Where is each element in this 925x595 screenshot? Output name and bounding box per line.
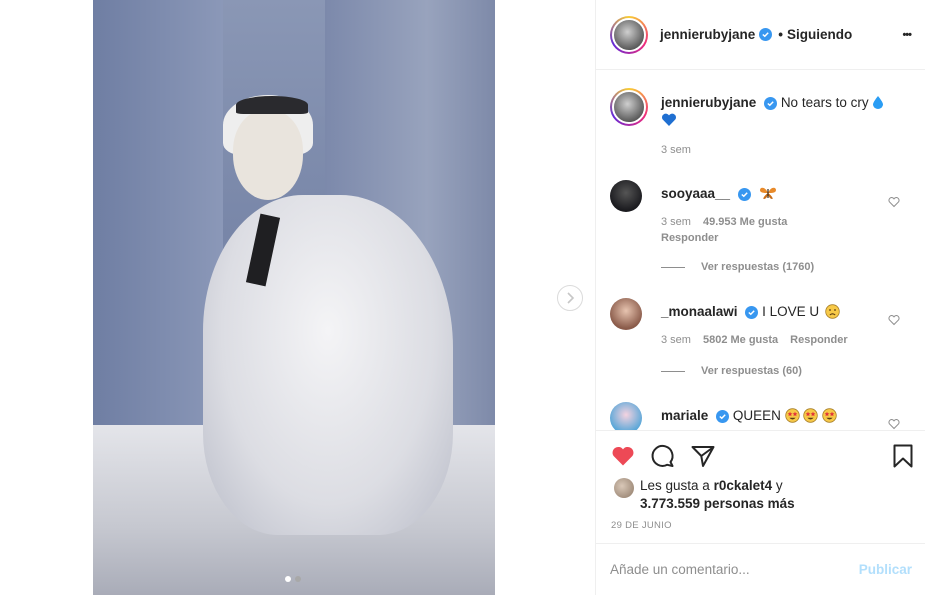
comment-bubble-icon[interactable] (650, 443, 676, 469)
like-heart-icon[interactable] (610, 443, 636, 469)
verified-badge-icon (764, 97, 778, 110)
comment-text: sooyaaa__ (661, 186, 777, 201)
comment-username[interactable]: sooyaaa__ (661, 186, 730, 201)
photo-figure-headband (236, 96, 308, 114)
author-username[interactable]: jennierubyjane (660, 27, 755, 42)
verified-badge-icon (759, 28, 773, 41)
comment-body: QUEEN (732, 408, 781, 423)
view-replies-label: Ver respuestas (60) (701, 365, 802, 377)
verified-badge-icon (716, 410, 730, 423)
comments-list[interactable]: jennierubyjane No tears to cry 3 sem soo… (596, 70, 925, 430)
comment-reply-button[interactable]: Responder (790, 334, 847, 346)
author-avatar (612, 17, 646, 52)
post-date[interactable]: 29 DE JUNIO (611, 520, 672, 531)
comment-time[interactable]: 3 sem (661, 216, 691, 228)
blue-heart-emoji-icon (662, 113, 676, 126)
following-separator: • (778, 27, 784, 42)
likes-prefix: Les gusta a (640, 478, 710, 493)
post-photo[interactable] (93, 0, 495, 595)
star-eyes-emoji-icon (822, 408, 837, 423)
comment-username[interactable]: mariale (661, 408, 708, 423)
comment-avatar[interactable] (610, 298, 642, 330)
share-paper-plane-icon[interactable] (690, 443, 716, 469)
liker-avatar[interactable] (614, 478, 634, 498)
star-eyes-emoji-icon (784, 408, 800, 423)
liker-username[interactable]: r0ckalet4 (714, 478, 773, 493)
comment-like-heart-icon[interactable] (888, 418, 900, 430)
droplet-emoji-icon (873, 96, 884, 109)
verified-badge-icon (745, 306, 759, 319)
carousel-next-button[interactable] (557, 285, 583, 311)
publish-button[interactable]: Publicar (859, 562, 912, 577)
post-side-panel: jennierubyjane • Siguiendo ••• jennierub… (595, 0, 925, 595)
comment-username[interactable]: _monaalawi (661, 304, 738, 319)
photo-figure-dress (203, 195, 453, 535)
author-avatar-ring[interactable] (610, 15, 648, 54)
comment-likes[interactable]: 5802 Me gusta (703, 334, 778, 346)
carousel-indicator (285, 576, 301, 582)
post-media-area (0, 0, 595, 595)
comment-input[interactable] (610, 562, 859, 577)
comment-time[interactable]: 3 sem (661, 334, 691, 346)
caption-avatar-ring[interactable] (610, 88, 648, 126)
comment-like-heart-icon[interactable] (888, 196, 900, 208)
photo-figure-face (233, 110, 303, 200)
likes-count[interactable]: 3.773.559 personas más (640, 496, 795, 511)
carousel-dot (295, 576, 301, 582)
comment-body: I LOVE U (762, 304, 820, 319)
view-replies-button[interactable]: Ver respuestas (60) (661, 365, 802, 377)
sad-face-emoji-icon (825, 304, 840, 319)
comment-meta: 3 sem 49.953 Me gusta (661, 216, 787, 228)
caption-username[interactable]: jennierubyjane (661, 95, 756, 110)
view-replies-label: Ver respuestas (1760) (701, 261, 815, 273)
butterfly-emoji-icon (759, 187, 776, 199)
view-replies-line (661, 266, 685, 268)
more-options-icon[interactable]: ••• (902, 29, 912, 41)
comment-reply-button[interactable]: Responder (661, 232, 718, 244)
caption-avatar (612, 90, 646, 124)
caption-text: jennierubyjane No tears to cry (661, 94, 911, 130)
likes-connector: y (775, 478, 783, 493)
carousel-dot-active (285, 576, 291, 582)
comment-text: mariale QUEEN (661, 408, 837, 423)
view-replies-button[interactable]: Ver respuestas (1760) (661, 261, 814, 273)
comment-avatar[interactable] (610, 402, 642, 430)
comment-likes[interactable]: 49.953 Me gusta (703, 216, 787, 228)
comment-like-heart-icon[interactable] (888, 314, 900, 326)
chevron-right-icon (567, 292, 575, 304)
following-button[interactable]: Siguiendo (787, 27, 852, 42)
comment-text: _monaalawi I LOVE U (661, 304, 840, 319)
save-bookmark-icon[interactable] (890, 443, 916, 469)
caption-body: No tears to cry (780, 95, 869, 110)
comment-avatar[interactable] (610, 180, 642, 212)
caption-time[interactable]: 3 sem (661, 144, 691, 156)
add-comment-bar: Publicar (596, 543, 925, 595)
view-replies-line (661, 370, 685, 372)
star-eyes-emoji-icon (803, 408, 819, 423)
verified-badge-icon (737, 188, 751, 201)
post-actions-bar (596, 430, 925, 480)
likes-text: Les gusta a r0ckalet4 y 3.773.559 person… (640, 477, 910, 513)
comment-meta: 3 sem 5802 Me gusta Responder (661, 334, 848, 346)
post-header: jennierubyjane • Siguiendo ••• (596, 0, 925, 70)
